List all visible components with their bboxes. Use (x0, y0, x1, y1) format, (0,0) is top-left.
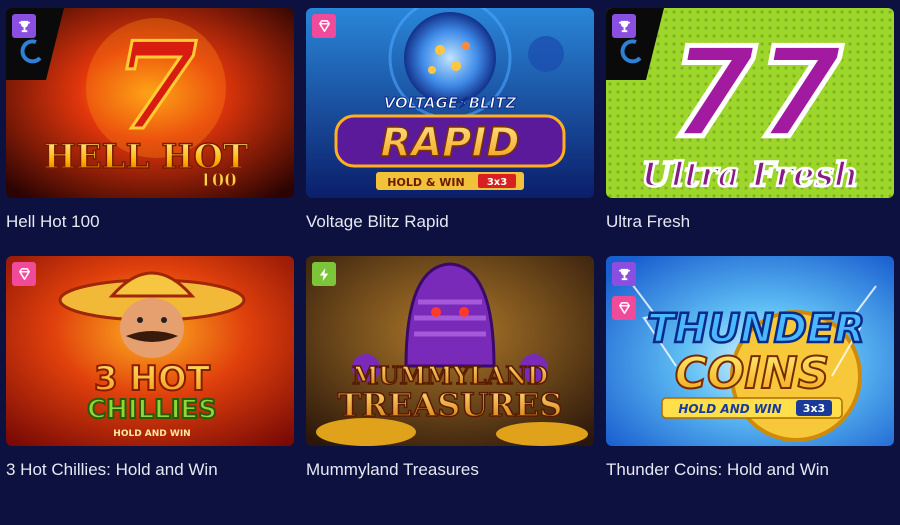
gem-icon (12, 262, 36, 286)
game-title[interactable]: Voltage Blitz Rapid (306, 212, 594, 232)
game-card-mummyland-treasures[interactable]: MUMMYLAND TREASURES Mummyland Treasures (306, 256, 594, 480)
game-thumbnail[interactable]: THUNDER COINS HOLD AND WIN 3x3 (606, 256, 894, 446)
trophy-icon (612, 262, 636, 286)
svg-text:HOLD AND WIN: HOLD AND WIN (678, 402, 781, 416)
game-thumbnail[interactable]: MUMMYLAND TREASURES (306, 256, 594, 446)
game-title[interactable]: Ultra Fresh (606, 212, 894, 232)
trophy-icon (612, 14, 636, 38)
game-card-hell-hot-100[interactable]: 7 HELL HOT 100 Hell Hot 100 (6, 8, 294, 232)
game-card-voltage-blitz-rapid[interactable]: VOLTAGE⚡BLITZ RAPID HOLD & WIN 3x3 Volta… (306, 8, 594, 232)
game-artwork: THUNDER COINS HOLD AND WIN 3x3 (606, 256, 894, 446)
svg-text:3x3: 3x3 (803, 402, 825, 415)
svg-text:77: 77 (670, 22, 843, 166)
svg-text:Ultra Fresh: Ultra Fresh (642, 155, 859, 195)
bolt-icon (312, 262, 336, 286)
svg-text:COINS: COINS (675, 348, 830, 399)
gem-icon (312, 14, 336, 38)
game-card-3-hot-chillies[interactable]: 3 HOT CHILLIES HOLD AND WIN 3 Hot Chilli… (6, 256, 294, 480)
svg-text:HOLD AND WIN: HOLD AND WIN (113, 429, 190, 439)
svg-text:RAPID: RAPID (380, 120, 519, 166)
game-thumbnail[interactable]: 7 HELL HOT 100 (6, 8, 294, 198)
game-card-thunder-coins[interactable]: THUNDER COINS HOLD AND WIN 3x3 Thunder C… (606, 256, 894, 480)
svg-text:VOLTAGE⚡BLITZ: VOLTAGE⚡BLITZ (384, 94, 518, 112)
game-title[interactable]: 3 Hot Chillies: Hold and Win (6, 460, 294, 480)
game-artwork: VOLTAGE⚡BLITZ RAPID HOLD & WIN 3x3 (306, 8, 594, 198)
svg-text:7: 7 (114, 16, 198, 157)
svg-text:3 HOT: 3 HOT (94, 359, 211, 399)
game-title[interactable]: Mummyland Treasures (306, 460, 594, 480)
trophy-icon (12, 14, 36, 38)
game-thumbnail[interactable]: 77 Ultra Fresh (606, 8, 894, 198)
svg-text:3x3: 3x3 (487, 177, 507, 188)
game-title[interactable]: Hell Hot 100 (6, 212, 294, 232)
game-card-ultra-fresh[interactable]: 77 Ultra Fresh Ultra Fresh (606, 8, 894, 232)
svg-text:TREASURES: TREASURES (338, 386, 563, 424)
svg-text:HOLD & WIN: HOLD & WIN (387, 176, 464, 189)
svg-text:THUNDER: THUNDER (647, 306, 865, 352)
game-artwork: MUMMYLAND TREASURES (306, 256, 594, 446)
game-thumbnail[interactable]: VOLTAGE⚡BLITZ RAPID HOLD & WIN 3x3 (306, 8, 594, 198)
svg-text:100: 100 (199, 170, 237, 191)
game-grid: 7 HELL HOT 100 Hell Hot 100 VOLTAGE⚡BLIT… (0, 0, 900, 525)
game-thumbnail[interactable]: 3 HOT CHILLIES HOLD AND WIN (6, 256, 294, 446)
gem-icon (612, 296, 636, 320)
svg-text:CHILLIES: CHILLIES (87, 395, 217, 425)
game-title[interactable]: Thunder Coins: Hold and Win (606, 460, 894, 480)
game-artwork: 3 HOT CHILLIES HOLD AND WIN (6, 256, 294, 446)
